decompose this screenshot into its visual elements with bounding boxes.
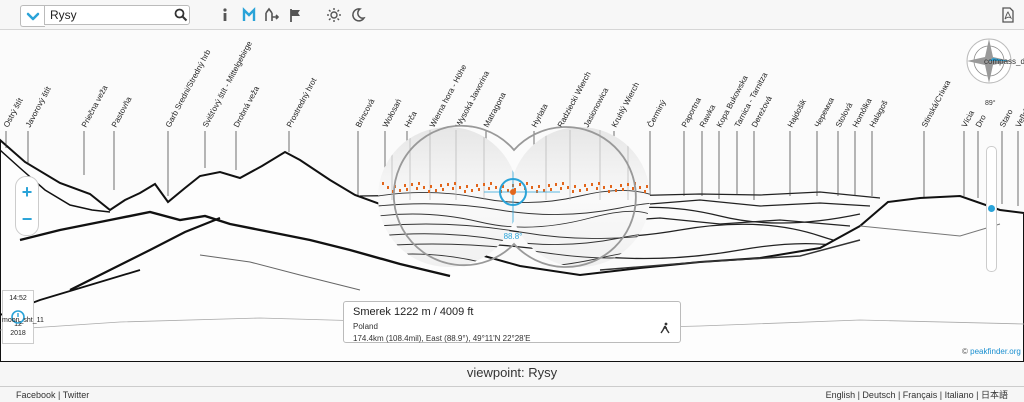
sun-icon[interactable] xyxy=(326,7,342,23)
tilt-slider[interactable] xyxy=(986,146,997,272)
zoom-out-button[interactable]: − xyxy=(16,208,38,230)
chevron-down-icon xyxy=(26,12,40,21)
tilt-slider-handle[interactable] xyxy=(988,205,995,212)
compass-degrees: 89° xyxy=(985,100,996,107)
moon-label: moon_sht_11 xyxy=(2,317,44,324)
peak-info-title: Smerek 1222 m / 4009 ft xyxy=(353,306,474,318)
elevation-icon[interactable] xyxy=(264,7,280,23)
viewpoint-caption: viewpoint: Rysy xyxy=(466,365,558,380)
viewpoint-dropdown-button[interactable] xyxy=(20,5,45,27)
time-year: 2018 xyxy=(10,330,26,337)
flag-icon[interactable] xyxy=(288,7,304,23)
footer: Facebook | Twitter English | Deutsch | F… xyxy=(0,386,1024,401)
peak-info-country: Poland xyxy=(353,322,378,331)
zoom-control: + − xyxy=(15,176,39,236)
peak-info-coords: 174.4km (108.4mil), East (88.9°), 49°11'… xyxy=(353,334,531,343)
credit-prefix: © xyxy=(962,347,968,356)
mountain-names-icon[interactable] xyxy=(241,7,257,23)
hiker-icon[interactable] xyxy=(659,322,671,334)
peak-info-box[interactable]: Smerek 1222 m / 4009 ft Poland 174.4km (… xyxy=(343,301,681,343)
search-input[interactable] xyxy=(44,5,190,25)
moon-icon[interactable] xyxy=(350,7,366,23)
zoom-in-button[interactable]: + xyxy=(16,181,38,203)
credit-link[interactable]: peakfinder.org xyxy=(970,347,1021,356)
search-icon[interactable] xyxy=(174,8,188,22)
binocular-heading: 88.8° xyxy=(504,232,523,241)
toolbar xyxy=(0,0,1024,30)
pdf-icon[interactable] xyxy=(1000,7,1016,23)
compass-label: compass_direct xyxy=(984,57,1024,66)
time-clock: 14:52 xyxy=(9,295,27,302)
info-icon[interactable] xyxy=(217,7,233,23)
credit-text: © peakfinder.org xyxy=(962,347,1021,356)
